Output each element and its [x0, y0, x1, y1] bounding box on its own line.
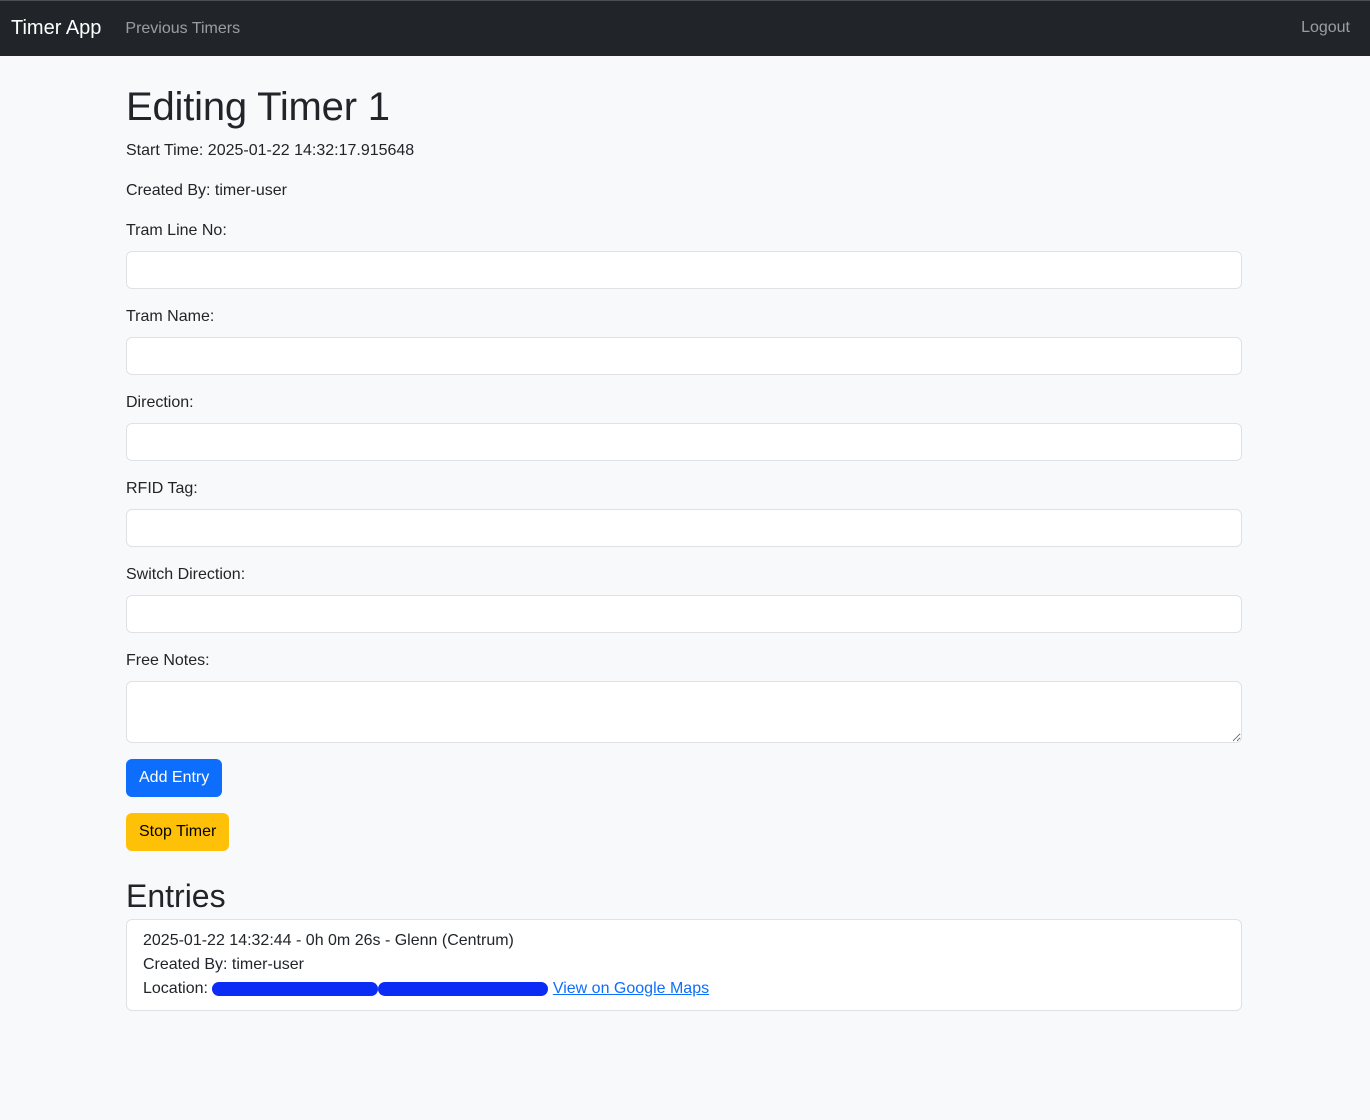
switch-direction-label: Switch Direction: [126, 566, 246, 583]
free-notes-label: Free Notes: [126, 652, 210, 669]
entries-list: 2025-01-22 14:32:44 - 0h 0m 26s - Glenn … [126, 919, 1242, 1011]
page-title: Editing Timer 1 [126, 85, 390, 129]
entry-location: Location: View on Google Maps [143, 977, 1225, 1001]
nav-link-previous-timers[interactable]: Previous Timers [125, 20, 240, 38]
redaction-mark [212, 981, 379, 996]
rfid-input[interactable] [126, 509, 1242, 547]
rfid-label: RFID Tag: [126, 480, 198, 497]
entry-location-label: Location: [143, 980, 208, 997]
tram-line-input[interactable] [126, 251, 1242, 289]
created-by: Created By: timer-user [126, 182, 287, 199]
add-entry-button[interactable]: Add Entry [126, 759, 223, 797]
tram-name-input[interactable] [126, 337, 1242, 375]
tram-line-label: Tram Line No: [126, 222, 227, 239]
direction-label: Direction: [126, 394, 194, 411]
redacted-coordinates [212, 977, 549, 1001]
stop-timer-row: Stop Timer [126, 797, 1242, 851]
navbar: Timer App Previous Timers Logout [0, 0, 1370, 56]
start-time: Start Time: 2025-01-22 14:32:17.915648 [126, 142, 415, 159]
switch-direction-input[interactable] [126, 595, 1242, 633]
logout-link[interactable]: Logout [1301, 19, 1350, 37]
free-notes-textarea[interactable] [126, 681, 1242, 743]
tram-name-label: Tram Name: [126, 308, 215, 325]
entry-summary: 2025-01-22 14:32:44 - 0h 0m 26s - Glenn … [143, 932, 514, 949]
add-entry-row: Add Entry [126, 743, 1242, 797]
direction-input[interactable] [126, 423, 1242, 461]
list-item: 2025-01-22 14:32:44 - 0h 0m 26s - Glenn … [143, 929, 1225, 1001]
stop-timer-button[interactable]: Stop Timer [126, 813, 230, 851]
entries-heading: Entries [126, 878, 226, 914]
main-container: Editing Timer 1 Start Time: 2025-01-22 1… [126, 56, 1242, 1011]
timer-entry-form: Tram Line No: Tram Name: Direction: RFID… [126, 219, 1242, 851]
view-on-google-maps-link[interactable]: View on Google Maps [553, 980, 709, 997]
entry-created-by: Created By: timer-user [143, 956, 304, 973]
redaction-mark [378, 981, 549, 996]
brand-link[interactable]: Timer App [11, 17, 101, 40]
